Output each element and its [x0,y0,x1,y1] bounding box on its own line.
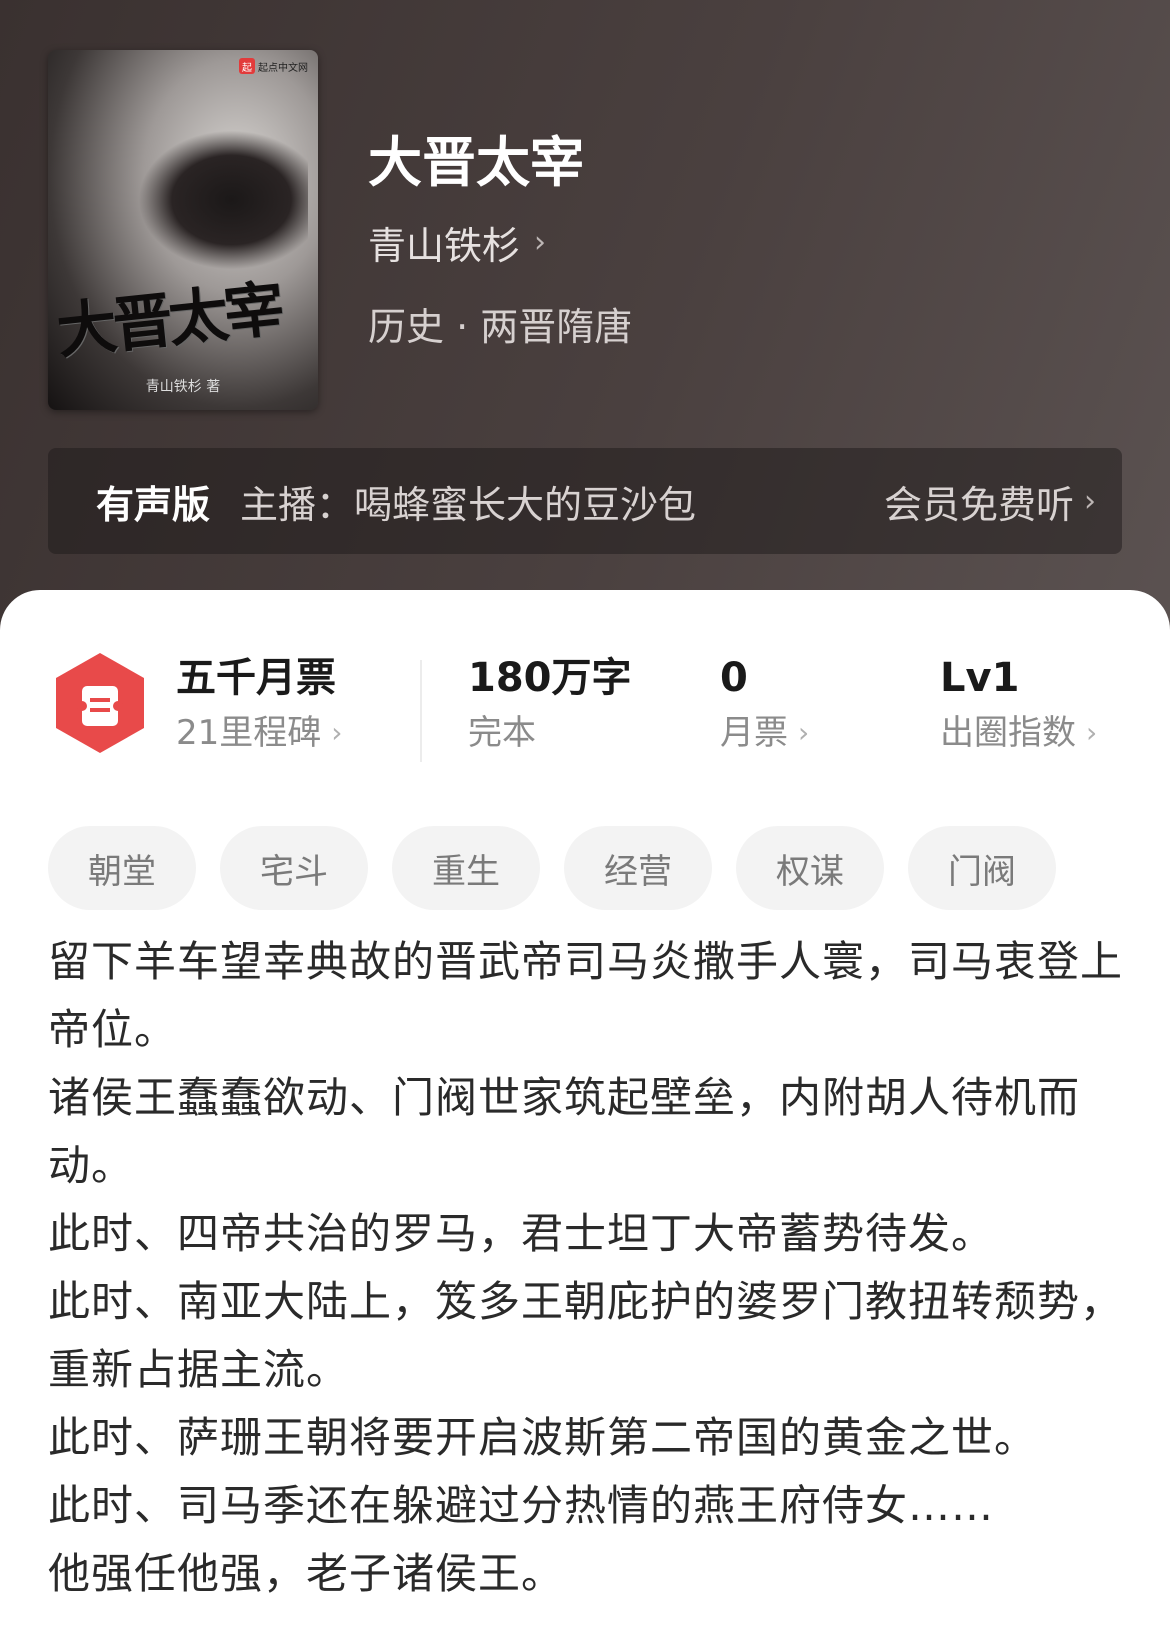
monthly-votes-label: 月票 [720,713,788,753]
synopsis-paragraph: 他强任他强，老子诸侯王。 [48,1549,565,1598]
popularity-index-label: 出圈指数 [940,713,1076,753]
monthly-votes-count: 0 [720,655,748,701]
stat-divider [420,660,422,762]
chevron-right-icon: › [1086,716,1098,749]
audio-edition-bar[interactable]: 有声版 主播：喝蜂蜜长大的豆沙包 会员免费听 › [48,448,1122,554]
chevron-right-icon: › [798,716,810,749]
chevron-right-icon: › [534,225,547,260]
author-link[interactable]: 青山铁杉 › [368,215,546,270]
milestone-title: 五千月票 [176,655,336,701]
synopsis-paragraph: 此时、四帝共治的罗马，君士坦丁大帝蓄势待发。 [48,1209,995,1258]
tag-chip[interactable]: 权谋 [736,826,884,910]
synopsis-paragraph: 诸侯王蠢蠢欲动、门阀世家筑起壁垒，内附胡人待机而动。 [48,1073,1081,1190]
monthly-votes-stat[interactable]: 0 月票 › [720,650,809,760]
milestone-stat[interactable]: 五千月票 21里程碑 › [176,650,342,760]
book-synopsis[interactable]: 留下羊车望幸典故的晋武帝司马炎撒手人寰，司马衷登上帝位。 诸侯王蠢蠢欲动、门阀世… [48,928,1128,1608]
monthly-votes-sub-row: 月票 › [720,706,809,760]
tag-chip[interactable]: 重生 [392,826,540,910]
popularity-sub-row: 出圈指数 › [940,706,1097,760]
synopsis-paragraph: 留下羊车望幸典故的晋武帝司马炎撒手人寰，司马衷登上帝位。 [48,937,1124,1054]
book-header: 起 起点中文网 大晋太宰 青山铁杉 著 大晋太宰 青山铁杉 › 历史 · 两晋隋… [0,0,1170,660]
audio-host: 主播：喝蜂蜜长大的豆沙包 [240,482,697,527]
publisher-logo-icon: 起 [239,58,255,74]
book-category: 历史 · 两晋隋唐 [368,305,633,349]
milestone-count: 21里程碑 [176,713,322,753]
tag-list: 朝堂 宅斗 重生 经营 权谋 门阀 [48,826,1056,910]
synopsis-paragraph: 此时、南亚大陆上，笈多王朝庇护的婆罗门教扭转颓势，重新占据主流。 [48,1277,1124,1394]
tag-chip[interactable]: 门阀 [908,826,1056,910]
member-free-listen-link[interactable]: 会员免费听 › [884,474,1096,529]
author-name: 青山铁杉 [368,224,521,268]
milestone-sub-row: 21里程碑 › [176,706,342,760]
synopsis-paragraph: 此时、司马季还在躲避过分热情的燕王府侍女…… [48,1481,995,1530]
book-cover[interactable]: 起 起点中文网 大晋太宰 青山铁杉 著 [48,50,318,410]
ticket-hexagon-icon [56,653,144,753]
cover-title: 大晋太宰 [53,274,284,368]
cover-publisher-text: 起点中文网 [258,62,308,74]
synopsis-paragraph: 此时、萨珊王朝将要开启波斯第二帝国的黄金之世。 [48,1413,1038,1462]
chevron-right-icon: › [331,716,343,749]
word-count: 180万字 [468,655,632,701]
word-count-stat: 180万字 完本 [468,650,632,760]
cover-author: 青山铁杉 著 [145,379,221,395]
completion-status: 完本 [468,706,632,760]
tag-chip[interactable]: 朝堂 [48,826,196,910]
book-title: 大晋太宰 [368,131,584,194]
tag-chip[interactable]: 经营 [564,826,712,910]
member-free-listen-label: 会员免费听 [883,482,1074,527]
chevron-right-icon: › [1084,483,1096,519]
cover-publisher-badge: 起 起点中文网 [239,58,308,74]
popularity-index-stat[interactable]: Lv1 出圈指数 › [940,650,1097,760]
cover-horse-illustration [138,130,308,270]
book-info-card: 五千月票 21里程碑 › 180万字 完本 0 月票 › Lv1 出圈指数 › … [0,590,1170,1646]
tag-chip[interactable]: 宅斗 [220,826,368,910]
audio-edition-label: 有声版 [96,482,211,527]
completion-status-label: 完本 [468,713,536,753]
popularity-level: Lv1 [940,655,1020,701]
